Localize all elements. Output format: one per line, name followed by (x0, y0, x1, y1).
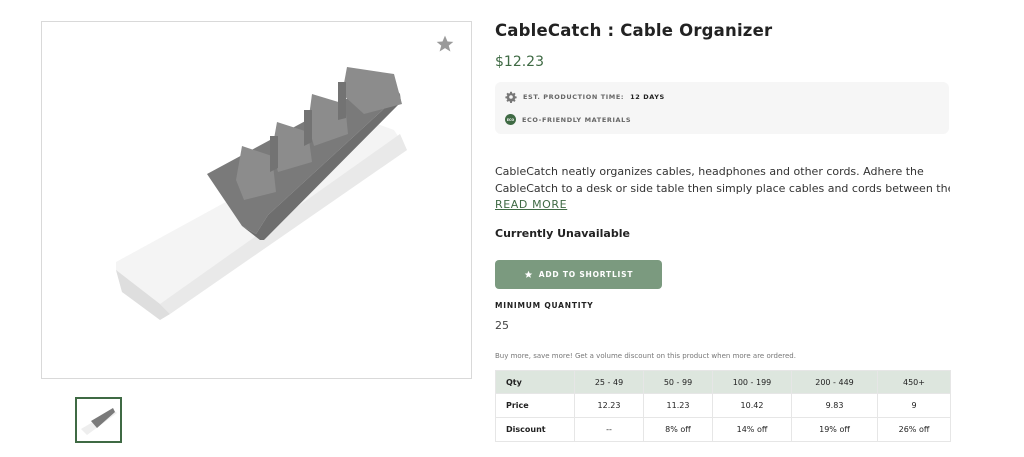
table-row: Price 12.23 11.23 10.42 9.83 9 (495, 393, 951, 418)
add-to-shortlist-button[interactable]: ADD TO SHORTLIST (495, 260, 662, 289)
header-cell: 50 - 99 (643, 370, 713, 394)
header-cell: 200 - 449 (791, 370, 878, 394)
table-cell: 12.23 (574, 393, 644, 418)
production-info-box: EST. PRODUCTION TIME: 12 DAYS ECO ECO-FR… (495, 82, 949, 134)
product-main-image[interactable] (41, 21, 472, 379)
production-time-value: 12 DAYS (630, 93, 665, 101)
gear-icon (505, 91, 517, 103)
header-cell: 100 - 199 (712, 370, 792, 394)
table-cell: 14% off (712, 417, 792, 442)
star-icon[interactable] (435, 34, 455, 54)
table-cell: Discount (495, 417, 575, 442)
table-cell: 9.83 (791, 393, 878, 418)
availability-status: Currently Unavailable (495, 227, 630, 240)
eco-materials-label: ECO-FRIENDLY MATERIALS (522, 115, 632, 124)
thumbnail-1[interactable] (75, 397, 122, 443)
table-header-row: Qty 25 - 49 50 - 99 100 - 199 200 - 449 … (495, 370, 951, 394)
minimum-quantity-label: MINIMUM QUANTITY (495, 301, 594, 310)
minimum-quantity-value: 25 (495, 319, 509, 332)
cable-organizer-image (116, 67, 407, 320)
shortlist-label: ADD TO SHORTLIST (538, 270, 634, 279)
header-cell: 25 - 49 (574, 370, 644, 394)
table-cell: 9 (877, 393, 951, 418)
volume-pricing-table: Qty 25 - 49 50 - 99 100 - 199 200 - 449 … (495, 370, 951, 442)
thumbnail-image (81, 408, 117, 435)
star-icon (524, 270, 533, 278)
table-cell: 8% off (643, 417, 713, 442)
table-cell: 10.42 (712, 393, 792, 418)
description-line-1: CableCatch neatly organizes cables, head… (495, 165, 924, 178)
table-cell: 26% off (877, 417, 951, 442)
table-cell: Price (495, 393, 575, 418)
description-line-2: CableCatch to a desk or side table then … (495, 182, 950, 195)
table-cell: -- (574, 417, 644, 442)
eco-materials-row: ECO ECO-FRIENDLY MATERIALS (505, 114, 631, 125)
table-cell: 11.23 (643, 393, 713, 418)
product-description: CableCatch neatly organizes cables, head… (495, 163, 950, 197)
header-cell: 450+ (877, 370, 951, 394)
header-cell: Qty (495, 370, 575, 394)
product-title: CableCatch : Cable Organizer (495, 21, 773, 40)
eco-icon: ECO (505, 114, 516, 125)
product-price: $12.23 (495, 54, 544, 70)
read-more-link[interactable]: READ MORE (495, 198, 567, 211)
production-time-label: EST. PRODUCTION TIME: (523, 93, 625, 101)
table-row: Discount -- 8% off 14% off 19% off 26% o… (495, 417, 951, 442)
volume-discount-note: Buy more, save more! Get a volume discou… (495, 352, 796, 360)
table-cell: 19% off (791, 417, 878, 442)
production-time-row: EST. PRODUCTION TIME: 12 DAYS (505, 91, 665, 103)
